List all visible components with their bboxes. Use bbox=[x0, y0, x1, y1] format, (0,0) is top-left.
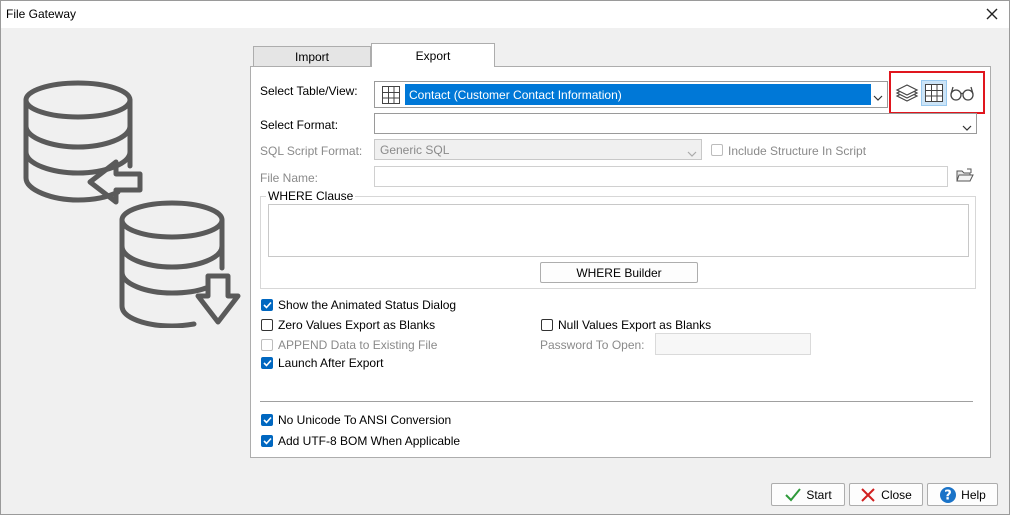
title-bar bbox=[0, 0, 1010, 28]
utf8-bom-label: Add UTF-8 BOM When Applicable bbox=[278, 434, 461, 448]
animated-checkbox[interactable] bbox=[261, 299, 273, 311]
filename-input[interactable] bbox=[374, 166, 948, 187]
table-grid-icon bbox=[381, 85, 401, 108]
start-label: Start bbox=[806, 487, 832, 502]
launch-label: Launch After Export bbox=[278, 356, 384, 370]
animated-label: Show the Animated Status Dialog bbox=[278, 298, 457, 312]
open-folder-icon[interactable] bbox=[956, 168, 974, 187]
svg-text:?: ? bbox=[944, 488, 952, 503]
password-label: Password To Open: bbox=[540, 338, 645, 352]
close-icon bbox=[860, 487, 876, 503]
database-transfer-icon bbox=[22, 78, 244, 329]
null-values-label: Null Values Export as Blanks bbox=[558, 318, 712, 332]
format-select[interactable] bbox=[374, 113, 977, 134]
separator bbox=[260, 401, 973, 402]
tab-import-label: Import bbox=[294, 49, 329, 64]
help-label: Help bbox=[961, 487, 986, 502]
sql-format-select[interactable]: Generic SQL bbox=[374, 139, 702, 160]
checkmark-icon bbox=[784, 487, 802, 503]
chevron-down-icon bbox=[687, 146, 697, 160]
sql-format-label: SQL Script Format: bbox=[260, 144, 363, 158]
table-label: Select Table/View: bbox=[260, 84, 358, 98]
table-view-icon[interactable] bbox=[921, 80, 947, 106]
chevron-down-icon bbox=[962, 120, 972, 134]
launch-checkbox[interactable] bbox=[261, 357, 273, 369]
zero-values-checkbox[interactable] bbox=[261, 319, 273, 331]
where-builder-button[interactable]: WHERE Builder bbox=[540, 262, 698, 283]
tab-export-label: Export bbox=[415, 48, 451, 63]
zero-values-label: Zero Values Export as Blanks bbox=[278, 318, 436, 332]
chevron-down-icon bbox=[873, 90, 883, 104]
help-icon: ? bbox=[939, 486, 957, 504]
no-unicode-checkbox[interactable] bbox=[261, 414, 273, 426]
sql-format-value: Generic SQL bbox=[380, 143, 450, 157]
password-input[interactable] bbox=[655, 333, 811, 355]
append-checkbox[interactable] bbox=[261, 339, 273, 351]
include-structure-label: Include Structure In Script bbox=[728, 144, 867, 158]
table-select[interactable]: Contact (Customer Contact Information) bbox=[374, 81, 888, 108]
no-unicode-label: No Unicode To ANSI Conversion bbox=[278, 413, 452, 427]
close-window-icon[interactable] bbox=[980, 2, 1004, 26]
append-label: APPEND Data to Existing File bbox=[278, 338, 438, 352]
utf8-bom-checkbox[interactable] bbox=[261, 435, 273, 447]
filename-label: File Name: bbox=[260, 171, 319, 185]
include-structure-checkbox[interactable] bbox=[711, 144, 723, 156]
null-values-checkbox[interactable] bbox=[541, 319, 553, 331]
glasses-icon[interactable] bbox=[949, 80, 975, 106]
table-select-value: Contact (Customer Contact Information) bbox=[405, 84, 871, 105]
where-input[interactable] bbox=[268, 204, 969, 257]
format-label: Select Format: bbox=[260, 118, 339, 132]
close-label: Close bbox=[881, 487, 912, 502]
close-button[interactable]: Close bbox=[849, 483, 923, 506]
window-title: File Gateway bbox=[6, 7, 77, 21]
start-button[interactable]: Start bbox=[771, 483, 845, 506]
tab-export[interactable]: Export bbox=[371, 43, 495, 67]
help-button[interactable]: ? Help bbox=[927, 483, 998, 506]
where-title: WHERE Clause bbox=[266, 189, 356, 203]
tab-import[interactable]: Import bbox=[253, 46, 371, 66]
layers-icon[interactable] bbox=[894, 80, 920, 106]
where-builder-label: WHERE Builder bbox=[576, 265, 662, 280]
